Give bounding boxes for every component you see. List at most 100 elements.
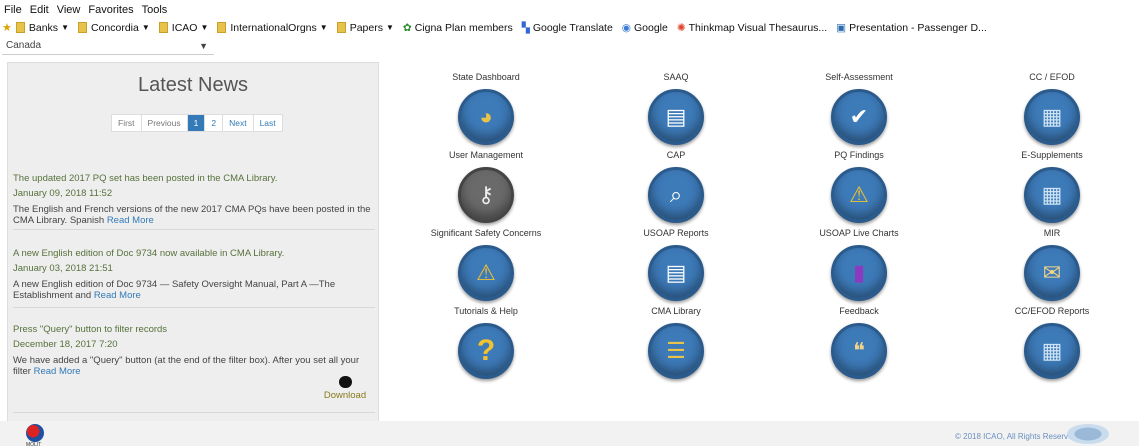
tile-label: User Management xyxy=(448,150,524,160)
molit-logo-text: MOLIT xyxy=(26,442,42,448)
icao-emblem-icon xyxy=(1067,424,1109,444)
tile-e-supplements[interactable]: E-Supplements ▦ xyxy=(977,149,1127,223)
pager-last[interactable]: Last xyxy=(254,115,282,131)
pager-next[interactable]: Next xyxy=(223,115,254,131)
favorite-link-google[interactable]: ◉ Google xyxy=(622,22,668,34)
tile-cc-efod[interactable]: CC / EFOD ▦ xyxy=(977,71,1127,145)
page-icon: ▣ xyxy=(836,21,847,34)
favorite-link-presentation[interactable]: ▣ Presentation - Passenger D... xyxy=(836,22,987,34)
magnifier-icon[interactable]: ⌕ xyxy=(648,167,704,223)
news-item: The updated 2017 PQ set has been posted … xyxy=(13,172,375,226)
chevron-down-icon: ▼ xyxy=(141,23,150,32)
divider xyxy=(13,412,375,413)
pager-previous[interactable]: Previous xyxy=(142,115,188,131)
tile-label: E-Supplements xyxy=(1021,150,1083,160)
read-more-link[interactable]: Read More xyxy=(94,290,141,301)
tile-tutorials-help[interactable]: Tutorials & Help ? xyxy=(411,305,561,379)
books-icon[interactable]: ☰ xyxy=(648,323,704,379)
menu-edit[interactable]: Edit xyxy=(30,4,49,16)
browser-menubar: File Edit View Favorites Tools xyxy=(0,0,1139,19)
bar-chart-icon[interactable]: ▮ xyxy=(831,245,887,301)
news-pager: First Previous 1 2 Next Last xyxy=(111,114,283,132)
footer: MOLIT © 2018 ICAO, All Rights Reserved xyxy=(0,421,1139,448)
calculator-icon[interactable]: ▦ xyxy=(1024,167,1080,223)
menu-tools[interactable]: Tools xyxy=(142,4,168,16)
menu-view[interactable]: View xyxy=(57,4,81,16)
calculator-icon[interactable]: ▦ xyxy=(1024,89,1080,145)
folder-icon xyxy=(336,22,346,33)
news-item: A new English edition of Doc 9734 now av… xyxy=(13,247,375,301)
tile-cc-efod-reports[interactable]: CC/EFOD Reports ▦ xyxy=(977,305,1127,379)
tile-feedback[interactable]: Feedback ❝ xyxy=(784,305,934,379)
cloud-download-icon xyxy=(338,376,352,388)
news-item: Press "Query" button to filter records D… xyxy=(13,323,375,377)
news-body: The English and French versions of the n… xyxy=(13,204,371,226)
tile-label: CC/EFOD Reports xyxy=(1014,306,1090,316)
document-icon[interactable]: ▤ xyxy=(648,89,704,145)
favorite-folder-papers[interactable]: Papers ▼ xyxy=(336,22,394,34)
cigna-icon: ✿ xyxy=(402,21,412,34)
pager-first[interactable]: First xyxy=(112,115,142,131)
news-date: December 18, 2017 7:20 xyxy=(13,339,118,350)
read-more-link[interactable]: Read More xyxy=(34,366,81,377)
tile-label: MIR xyxy=(1043,228,1061,238)
tile-mir[interactable]: MIR ✉ xyxy=(977,227,1127,301)
tile-label: Tutorials & Help xyxy=(454,306,518,316)
tile-label: Significant Safety Concerns xyxy=(430,228,542,238)
download-button[interactable]: Download xyxy=(320,376,370,401)
tile-cma-library[interactable]: CMA Library ☰ xyxy=(601,305,751,379)
tile-significant-safety-concerns[interactable]: Significant Safety Concerns ⚠ xyxy=(411,227,561,301)
read-more-link[interactable]: Read More xyxy=(107,215,154,226)
favorite-link-thinkmap[interactable]: ✺ Thinkmap Visual Thesaurus... xyxy=(677,22,827,34)
tile-cap[interactable]: CAP ⌕ xyxy=(601,149,751,223)
tile-usoap-reports[interactable]: USOAP Reports ▤ xyxy=(601,227,751,301)
favorite-folder-concordia[interactable]: Concordia ▼ xyxy=(77,22,150,34)
tile-self-assessment[interactable]: Self-Assessment ✔ xyxy=(784,71,934,145)
tile-user-management[interactable]: User Management ⚷ xyxy=(411,149,561,223)
chevron-down-icon: ▼ xyxy=(319,23,328,32)
news-title: Latest News xyxy=(137,74,249,96)
favorite-folder-internationalorgns[interactable]: InternationalOrgns ▼ xyxy=(217,22,328,34)
favorites-bar: ★ Banks ▼ Concordia ▼ ICAO ▼ InternationalO… xyxy=(0,19,1139,36)
news-body: We have added a "Query" button (at the e… xyxy=(13,355,360,377)
tile-label: State Dashboard xyxy=(452,72,520,82)
molit-logo xyxy=(26,424,44,442)
news-date: January 03, 2018 21:51 xyxy=(13,263,113,274)
tile-usoap-live-charts[interactable]: USOAP Live Charts ▮ xyxy=(784,227,934,301)
thinkmap-icon: ✺ xyxy=(676,21,686,34)
warning-icon[interactable]: ⚠ xyxy=(831,167,887,223)
tile-label: Self-Assessment xyxy=(825,72,893,82)
warning-icon[interactable]: ⚠ xyxy=(458,245,514,301)
tile-pq-findings[interactable]: PQ Findings ⚠ xyxy=(784,149,934,223)
chat-bubbles-icon[interactable]: ❝ xyxy=(831,323,887,379)
country-select[interactable]: Canada ▼ xyxy=(2,37,214,55)
key-icon[interactable]: ⚷ xyxy=(458,167,514,223)
tile-label: PQ Findings xyxy=(834,150,884,160)
menu-file[interactable]: File xyxy=(4,4,22,16)
chevron-down-icon: ▼ xyxy=(199,40,208,51)
favorites-star-icon[interactable]: ★ xyxy=(2,21,12,34)
folder-icon xyxy=(158,22,168,33)
divider xyxy=(13,307,375,308)
tile-label: USOAP Reports xyxy=(643,228,709,238)
download-label: Download xyxy=(323,390,367,401)
checkmark-icon[interactable]: ✔ xyxy=(831,89,887,145)
envelope-icon[interactable]: ✉ xyxy=(1024,245,1080,301)
favorite-folder-banks[interactable]: Banks ▼ xyxy=(15,22,69,34)
menu-favorites[interactable]: Favorites xyxy=(88,4,133,16)
tile-state-dashboard[interactable]: State Dashboard ◕ xyxy=(411,71,561,145)
copyright: © 2018 ICAO, All Rights Reserved xyxy=(955,432,1077,441)
pager-page-2[interactable]: 2 xyxy=(205,115,224,131)
favorite-link-google-translate[interactable]: ▚ Google Translate xyxy=(522,22,613,34)
question-icon[interactable]: ? xyxy=(458,323,514,379)
tile-label: Feedback xyxy=(839,306,879,316)
tile-saaq[interactable]: SAAQ ▤ xyxy=(601,71,751,145)
pie-chart-icon[interactable]: ◕ xyxy=(458,89,514,145)
favorite-folder-icao[interactable]: ICAO ▼ xyxy=(158,22,208,34)
favorite-link-cigna[interactable]: ✿ Cigna Plan members xyxy=(403,22,513,34)
google-icon: ◉ xyxy=(621,21,631,34)
report-icon[interactable]: ▤ xyxy=(648,245,704,301)
pager-page-1[interactable]: 1 xyxy=(187,115,206,131)
folder-icon xyxy=(15,22,25,33)
calculator-icon[interactable]: ▦ xyxy=(1024,323,1080,379)
